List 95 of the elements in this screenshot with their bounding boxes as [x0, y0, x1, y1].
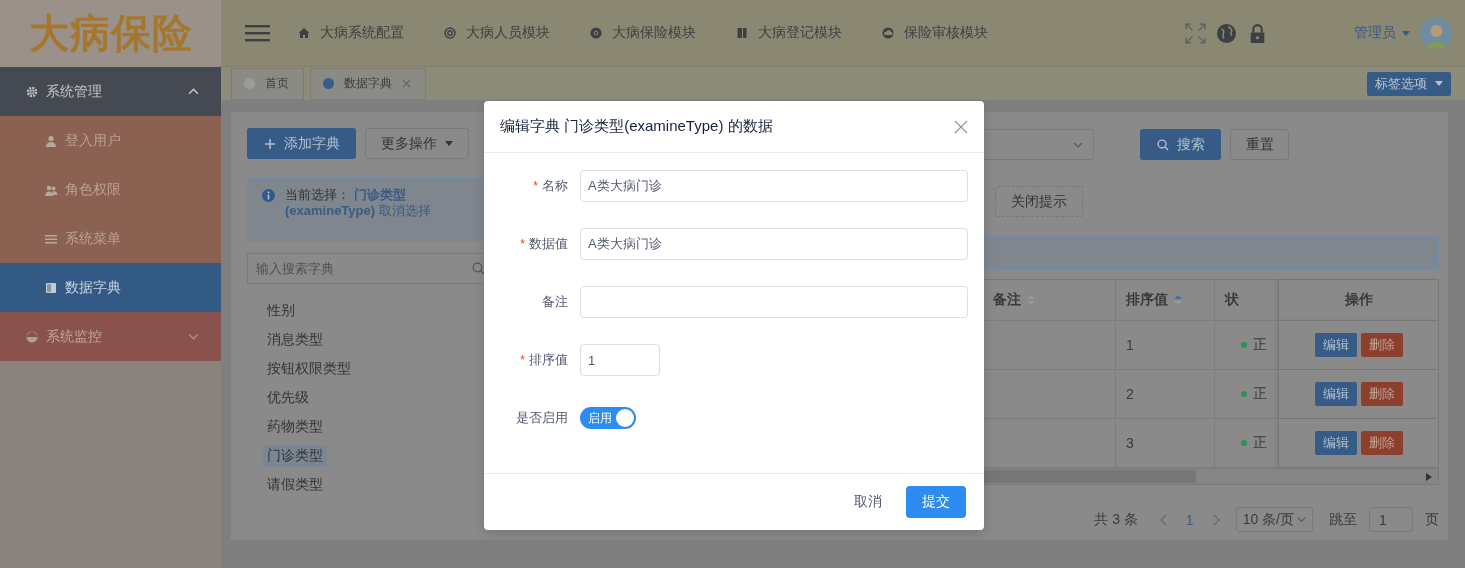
- edit-button[interactable]: 编辑: [1314, 382, 1357, 406]
- cloud-icon: [882, 27, 894, 39]
- nav-item[interactable]: 大病登记模块: [736, 24, 842, 42]
- text-field[interactable]: A类大病门诊: [580, 170, 968, 202]
- cancel-selection-link[interactable]: 取消选择: [378, 203, 431, 218]
- cancel-button[interactable]: 取消: [840, 486, 896, 518]
- gear-icon: [26, 85, 38, 98]
- field-label: 是否启用: [516, 409, 568, 427]
- page-link[interactable]: 1: [1179, 510, 1200, 529]
- page-input[interactable]: 1: [1369, 507, 1413, 532]
- dictionary-item[interactable]: 消息类型: [263, 328, 327, 351]
- text-field[interactable]: [580, 286, 968, 318]
- nav-item[interactable]: 大病保险模块: [590, 24, 696, 42]
- toggle-switch[interactable]: 启用: [580, 407, 636, 429]
- globe-icon[interactable]: [1216, 22, 1237, 44]
- previous-icon[interactable]: [1159, 513, 1168, 526]
- table-cell: 3: [1116, 419, 1215, 467]
- submit-button[interactable]: 提交: [906, 486, 966, 518]
- tab-options-button[interactable]: 标签选项: [1367, 71, 1451, 96]
- plus-icon: [263, 137, 276, 150]
- fullscreen-icon[interactable]: [1185, 22, 1206, 44]
- home-icon: [298, 27, 310, 39]
- required-mark: *: [520, 353, 525, 367]
- add-dictionary-button[interactable]: 添加字典: [247, 128, 356, 159]
- dictionary-item[interactable]: 性别: [263, 299, 299, 322]
- caret-icon: [1402, 30, 1410, 36]
- menu-group[interactable]: 系统管理: [0, 67, 221, 116]
- page-suffix: 页: [1425, 510, 1439, 529]
- sort-icon[interactable]: [1174, 294, 1182, 306]
- close-icon[interactable]: [402, 79, 411, 88]
- menu-item[interactable]: 数据字典: [0, 263, 221, 312]
- menu-item[interactable]: 登入用户: [0, 116, 221, 165]
- edit-button[interactable]: 编辑: [1314, 431, 1357, 455]
- dictionary-item[interactable]: 优先级: [263, 386, 313, 409]
- column-header: 操作: [1279, 280, 1438, 320]
- caret-icon: [1435, 81, 1443, 86]
- user-menu[interactable]: 管理员: [1354, 24, 1410, 42]
- selection-text: 当前选择： 门诊类型(examineType) 取消选择: [285, 187, 432, 220]
- dictionary-item[interactable]: 药物类型: [263, 415, 327, 438]
- chevron-icon: [1297, 515, 1306, 524]
- required-mark: *: [533, 179, 538, 193]
- tab[interactable]: 首页: [231, 67, 304, 100]
- dictionary-item[interactable]: 按钮权限类型: [263, 357, 355, 380]
- text-field[interactable]: A类大病门诊: [580, 228, 968, 260]
- required-mark: *: [520, 237, 525, 251]
- field-label: 数据值: [529, 235, 568, 253]
- list-icon: [45, 232, 57, 245]
- nav-item[interactable]: 大病人员模块: [444, 24, 550, 42]
- close-tip-button[interactable]: 关闭提示: [995, 186, 1083, 217]
- search-icon: [1156, 138, 1169, 151]
- field-label: 名称: [542, 177, 568, 195]
- dialog-title: 编辑字典 门诊类型(examineType) 的数据: [500, 117, 774, 136]
- dictionary-item[interactable]: 门诊类型: [263, 444, 327, 467]
- caret-icon: [445, 141, 453, 146]
- total-count: 共 3 条: [1094, 510, 1138, 529]
- avatar-icon[interactable]: [1420, 16, 1453, 50]
- person-icon: [45, 134, 57, 147]
- status-text: 正: [1253, 385, 1267, 403]
- people-icon: [45, 183, 57, 196]
- field-label: 排序值: [529, 351, 568, 369]
- delete-button[interactable]: 删除: [1360, 333, 1403, 357]
- delete-button[interactable]: 删除: [1360, 382, 1403, 406]
- dashboard-icon: [26, 330, 38, 343]
- search-icon[interactable]: [472, 262, 485, 275]
- status-text: 正: [1253, 434, 1267, 452]
- close-icon[interactable]: [954, 119, 968, 134]
- scrollbar[interactable]: [983, 468, 1438, 484]
- status-text: 正: [1253, 336, 1267, 354]
- delete-button[interactable]: 删除: [1360, 431, 1403, 455]
- table-cell: 2: [1116, 370, 1215, 418]
- page-size-select[interactable]: 10 条/页: [1235, 507, 1313, 532]
- menu-icon[interactable]: [245, 23, 270, 43]
- number-field[interactable]: 1: [580, 344, 660, 376]
- chevron-icon: [188, 86, 199, 97]
- chevron-icon: [188, 331, 199, 342]
- menu-group[interactable]: 系统监控: [0, 312, 221, 361]
- jump-label: 跳至: [1329, 510, 1357, 529]
- dictionary-item[interactable]: 请假类型: [263, 473, 327, 496]
- more-actions-button[interactable]: 更多操作: [365, 128, 469, 159]
- nav-item[interactable]: 保险审核模块: [882, 24, 988, 42]
- logo-text: 大病保险: [28, 8, 193, 58]
- field-label: 备注: [542, 293, 568, 311]
- reset-button[interactable]: 重置: [1230, 129, 1289, 160]
- tab[interactable]: 数据字典: [310, 67, 426, 100]
- menu-item[interactable]: 角色权限: [0, 165, 221, 214]
- menu-item[interactable]: 系统菜单: [0, 214, 221, 263]
- column-header: 排序值: [1116, 280, 1215, 320]
- info-icon: [262, 189, 275, 202]
- nav-item[interactable]: 大病系统配置: [298, 24, 404, 42]
- table-cell: 1: [1116, 321, 1215, 369]
- aperture-icon: [444, 27, 456, 39]
- search-button[interactable]: 搜索: [1140, 129, 1221, 160]
- next-icon[interactable]: [1211, 513, 1220, 526]
- edit-button[interactable]: 编辑: [1314, 333, 1357, 357]
- scroll-right-icon[interactable]: [1426, 472, 1432, 481]
